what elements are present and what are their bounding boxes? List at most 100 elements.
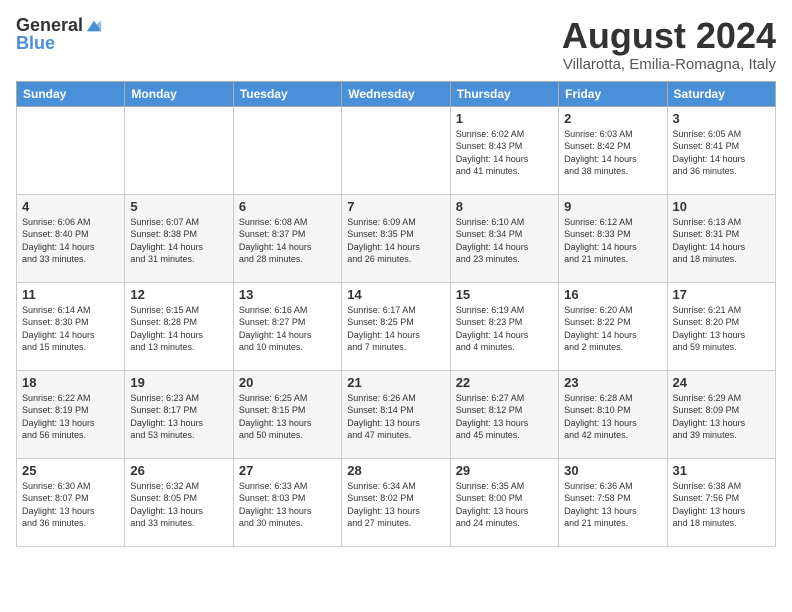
weekday-header-monday: Monday [125,81,233,106]
calendar-cell [342,106,450,194]
day-number: 11 [22,287,119,302]
calendar-cell: 12 Sunrise: 6:15 AM Sunset: 8:28 PM Dayli… [125,282,233,370]
day-number: 20 [239,375,336,390]
day-info: Sunrise: 6:30 AM Sunset: 8:07 PM Dayligh… [22,480,119,530]
calendar-cell: 25 Sunrise: 6:30 AM Sunset: 8:07 PM Dayli… [17,458,125,546]
day-info: Sunrise: 6:28 AM Sunset: 8:10 PM Dayligh… [564,392,661,442]
day-info: Sunrise: 6:09 AM Sunset: 8:35 PM Dayligh… [347,216,444,266]
calendar-cell: 27 Sunrise: 6:33 AM Sunset: 8:03 PM Dayli… [233,458,341,546]
calendar-cell: 31 Sunrise: 6:38 AM Sunset: 7:56 PM Dayli… [667,458,775,546]
day-info: Sunrise: 6:34 AM Sunset: 8:02 PM Dayligh… [347,480,444,530]
day-info: Sunrise: 6:08 AM Sunset: 8:37 PM Dayligh… [239,216,336,266]
day-info: Sunrise: 6:12 AM Sunset: 8:33 PM Dayligh… [564,216,661,266]
page-header: General Blue August 2024 Villarotta, Emi… [16,16,776,73]
day-info: Sunrise: 6:29 AM Sunset: 8:09 PM Dayligh… [673,392,770,442]
calendar-week-row: 25 Sunrise: 6:30 AM Sunset: 8:07 PM Dayli… [17,458,776,546]
logo-text-blue: Blue [16,34,55,54]
calendar-week-row: 4Sunrise: 6:06 AM Sunset: 8:40 PM Daylig… [17,194,776,282]
day-info: Sunrise: 6:07 AM Sunset: 8:38 PM Dayligh… [130,216,227,266]
calendar-cell: 15Sunrise: 6:19 AM Sunset: 8:23 PM Dayli… [450,282,558,370]
day-number: 22 [456,375,553,390]
day-number: 31 [673,463,770,478]
weekday-header-thursday: Thursday [450,81,558,106]
weekday-header-saturday: Saturday [667,81,775,106]
day-info: Sunrise: 6:16 AM Sunset: 8:27 PM Dayligh… [239,304,336,354]
calendar-cell [233,106,341,194]
day-info: Sunrise: 6:19 AM Sunset: 8:23 PM Dayligh… [456,304,553,354]
day-number: 6 [239,199,336,214]
calendar-cell: 9 Sunrise: 6:12 AM Sunset: 8:33 PM Daylig… [559,194,667,282]
calendar-table: SundayMondayTuesdayWednesdayThursdayFrid… [16,81,776,547]
day-number: 17 [673,287,770,302]
day-number: 9 [564,199,661,214]
calendar-cell: 23 Sunrise: 6:28 AM Sunset: 8:10 PM Dayli… [559,370,667,458]
day-number: 28 [347,463,444,478]
day-info: Sunrise: 6:23 AM Sunset: 8:17 PM Dayligh… [130,392,227,442]
day-info: Sunrise: 6:14 AM Sunset: 8:30 PM Dayligh… [22,304,119,354]
weekday-header-row: SundayMondayTuesdayWednesdayThursdayFrid… [17,81,776,106]
day-number: 29 [456,463,553,478]
day-number: 10 [673,199,770,214]
day-number: 21 [347,375,444,390]
day-info: Sunrise: 6:27 AM Sunset: 8:12 PM Dayligh… [456,392,553,442]
day-number: 1 [456,111,553,126]
calendar-cell: 4Sunrise: 6:06 AM Sunset: 8:40 PM Daylig… [17,194,125,282]
weekday-header-sunday: Sunday [17,81,125,106]
day-info: Sunrise: 6:05 AM Sunset: 8:41 PM Dayligh… [673,128,770,178]
calendar-cell: 8 Sunrise: 6:10 AM Sunset: 8:34 PM Daylig… [450,194,558,282]
day-number: 16 [564,287,661,302]
day-info: Sunrise: 6:10 AM Sunset: 8:34 PM Dayligh… [456,216,553,266]
calendar-cell: 24 Sunrise: 6:29 AM Sunset: 8:09 PM Dayli… [667,370,775,458]
day-info: Sunrise: 6:25 AM Sunset: 8:15 PM Dayligh… [239,392,336,442]
day-info: Sunrise: 6:26 AM Sunset: 8:14 PM Dayligh… [347,392,444,442]
day-info: Sunrise: 6:38 AM Sunset: 7:56 PM Dayligh… [673,480,770,530]
calendar-cell: 18 Sunrise: 6:22 AM Sunset: 8:19 PM Dayli… [17,370,125,458]
logo-icon [85,17,103,35]
day-number: 24 [673,375,770,390]
title-block: August 2024 Villarotta, Emilia-Romagna, … [562,16,776,73]
day-info: Sunrise: 6:22 AM Sunset: 8:19 PM Dayligh… [22,392,119,442]
day-number: 18 [22,375,119,390]
day-number: 26 [130,463,227,478]
calendar-week-row: 1Sunrise: 6:02 AM Sunset: 8:43 PM Daylig… [17,106,776,194]
calendar-cell: 7 Sunrise: 6:09 AM Sunset: 8:35 PM Daylig… [342,194,450,282]
calendar-cell: 5 Sunrise: 6:07 AM Sunset: 8:38 PM Daylig… [125,194,233,282]
calendar-cell: 19 Sunrise: 6:23 AM Sunset: 8:17 PM Dayli… [125,370,233,458]
day-number: 27 [239,463,336,478]
calendar-subtitle: Villarotta, Emilia-Romagna, Italy [562,56,776,73]
day-info: Sunrise: 6:17 AM Sunset: 8:25 PM Dayligh… [347,304,444,354]
day-info: Sunrise: 6:36 AM Sunset: 7:58 PM Dayligh… [564,480,661,530]
day-info: Sunrise: 6:06 AM Sunset: 8:40 PM Dayligh… [22,216,119,266]
calendar-cell: 6 Sunrise: 6:08 AM Sunset: 8:37 PM Daylig… [233,194,341,282]
day-number: 7 [347,199,444,214]
calendar-cell: 30Sunrise: 6:36 AM Sunset: 7:58 PM Dayli… [559,458,667,546]
day-number: 8 [456,199,553,214]
calendar-cell: 11 Sunrise: 6:14 AM Sunset: 8:30 PM Dayli… [17,282,125,370]
calendar-cell: 2 Sunrise: 6:03 AM Sunset: 8:42 PM Daylig… [559,106,667,194]
day-number: 14 [347,287,444,302]
day-number: 19 [130,375,227,390]
day-number: 5 [130,199,227,214]
calendar-cell: 3Sunrise: 6:05 AM Sunset: 8:41 PM Daylig… [667,106,775,194]
day-info: Sunrise: 6:15 AM Sunset: 8:28 PM Dayligh… [130,304,227,354]
day-number: 12 [130,287,227,302]
calendar-cell: 28 Sunrise: 6:34 AM Sunset: 8:02 PM Dayli… [342,458,450,546]
calendar-cell: 21 Sunrise: 6:26 AM Sunset: 8:14 PM Dayli… [342,370,450,458]
weekday-header-tuesday: Tuesday [233,81,341,106]
day-number: 2 [564,111,661,126]
day-info: Sunrise: 6:33 AM Sunset: 8:03 PM Dayligh… [239,480,336,530]
calendar-week-row: 18 Sunrise: 6:22 AM Sunset: 8:19 PM Dayli… [17,370,776,458]
day-info: Sunrise: 6:32 AM Sunset: 8:05 PM Dayligh… [130,480,227,530]
calendar-cell: 17Sunrise: 6:21 AM Sunset: 8:20 PM Dayli… [667,282,775,370]
calendar-cell: 1Sunrise: 6:02 AM Sunset: 8:43 PM Daylig… [450,106,558,194]
calendar-cell [125,106,233,194]
calendar-cell: 22 Sunrise: 6:27 AM Sunset: 8:12 PM Dayli… [450,370,558,458]
logo: General Blue [16,16,103,54]
day-info: Sunrise: 6:13 AM Sunset: 8:31 PM Dayligh… [673,216,770,266]
day-number: 25 [22,463,119,478]
calendar-cell [17,106,125,194]
day-info: Sunrise: 6:20 AM Sunset: 8:22 PM Dayligh… [564,304,661,354]
calendar-cell: 26 Sunrise: 6:32 AM Sunset: 8:05 PM Dayli… [125,458,233,546]
day-info: Sunrise: 6:03 AM Sunset: 8:42 PM Dayligh… [564,128,661,178]
day-number: 23 [564,375,661,390]
